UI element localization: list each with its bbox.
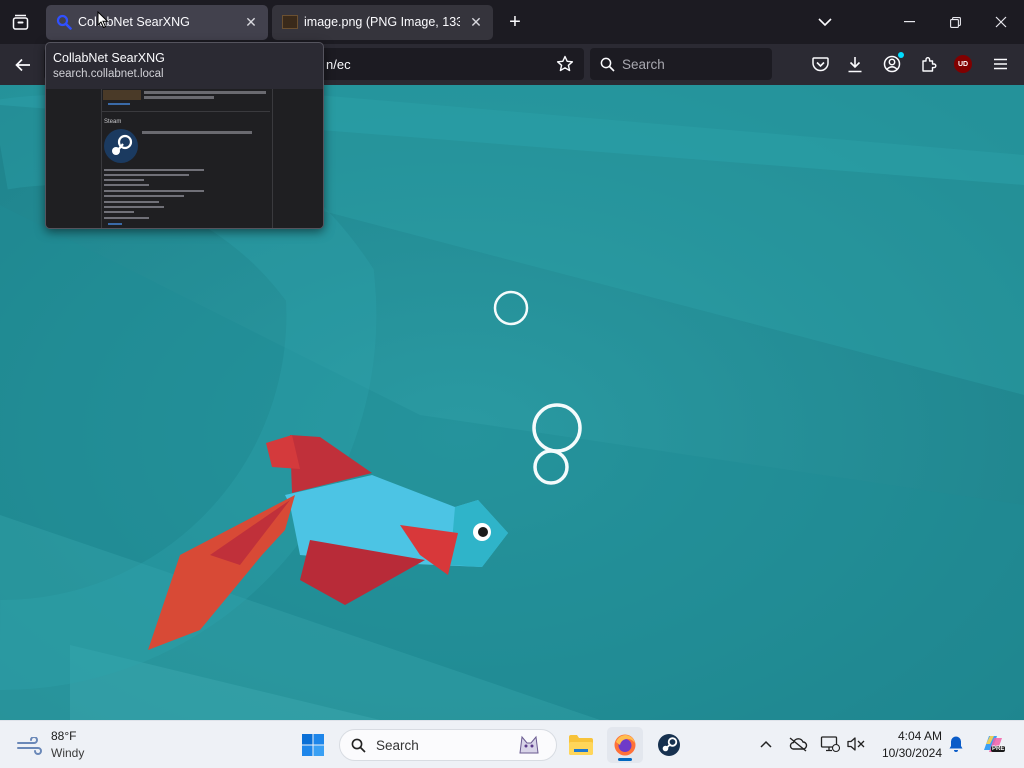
- file-explorer-icon: [569, 735, 593, 755]
- ublock-origin-button[interactable]: UD: [952, 53, 974, 75]
- volume-muted-icon: [847, 737, 865, 751]
- copilot-button[interactable]: PRE: [978, 729, 1008, 759]
- file-explorer-button[interactable]: [563, 727, 599, 763]
- web-search-box[interactable]: Search: [590, 48, 772, 80]
- network-icon: [820, 736, 840, 753]
- downloads-icon: [848, 56, 862, 72]
- preview-thumb-heading: Steam: [104, 119, 122, 125]
- restore-icon: [949, 16, 961, 28]
- close-window-button[interactable]: [978, 0, 1024, 44]
- extensions-icon: [921, 56, 936, 72]
- search-icon: [351, 738, 366, 753]
- chevron-up-icon: [760, 740, 772, 748]
- pocket-button[interactable]: [809, 53, 831, 75]
- downloads-button[interactable]: [844, 53, 866, 75]
- show-hidden-icons-button[interactable]: [755, 733, 777, 755]
- preview-title: CollabNet SearXNG: [53, 51, 165, 65]
- search-placeholder: Search: [622, 57, 665, 72]
- weather-temperature: 88°F: [51, 729, 77, 743]
- minimize-button[interactable]: [886, 0, 932, 44]
- search-highlight-icon: [516, 733, 542, 757]
- close-icon: [995, 16, 1007, 28]
- back-button[interactable]: [10, 52, 36, 78]
- firefox-taskbar-button[interactable]: [607, 727, 643, 763]
- tab-title: CollabNet SearXNG: [78, 15, 190, 29]
- steam-logo-icon: [104, 129, 138, 163]
- preview-url: search.collabnet.local: [53, 68, 164, 80]
- notification-dot: [898, 52, 904, 58]
- start-button[interactable]: [295, 727, 331, 763]
- onedrive-tray-button[interactable]: [787, 733, 809, 755]
- taskbar-search-placeholder: Search: [376, 738, 419, 753]
- image-favicon-icon: [282, 15, 298, 29]
- tab-list-icon: [12, 14, 28, 30]
- mouse-cursor-icon: [97, 11, 109, 29]
- account-icon: [883, 55, 901, 73]
- clock-date[interactable]: 10/30/2024: [870, 746, 942, 760]
- pocket-icon: [811, 57, 829, 72]
- list-all-tabs-button[interactable]: [814, 12, 836, 32]
- windows-taskbar: 88°F Windy Search 4:04 AM 10/30/2024 PRE: [0, 720, 1024, 768]
- close-tab-icon[interactable]: ✕: [467, 13, 485, 31]
- tab-image-png[interactable]: image.png (PNG Image, 1333 × ✕: [272, 5, 493, 40]
- app-menu-button[interactable]: [989, 53, 1011, 75]
- minimize-icon: [903, 21, 915, 23]
- clock-time[interactable]: 4:04 AM: [880, 729, 942, 743]
- searxng-favicon-icon: [56, 14, 72, 30]
- tab-title: image.png (PNG Image, 1333 ×: [304, 15, 460, 29]
- windows-start-icon: [302, 734, 324, 756]
- restore-button[interactable]: [932, 0, 978, 44]
- menu-icon: [993, 58, 1007, 70]
- cloud-offline-icon: [789, 737, 808, 752]
- tab-strip: CollabNet SearXNG ✕ image.png (PNG Image…: [0, 0, 1024, 44]
- steam-taskbar-button[interactable]: [651, 727, 687, 763]
- wind-icon: [17, 737, 42, 755]
- new-tab-button[interactable]: +: [503, 10, 527, 34]
- notifications-button[interactable]: [945, 733, 967, 755]
- firefox-icon: [614, 734, 636, 756]
- preview-thumbnail: Steam: [46, 89, 323, 228]
- steam-icon: [658, 734, 680, 756]
- copilot-pre-badge: PRE: [991, 746, 1006, 752]
- tab-hover-preview: CollabNet SearXNG search.collabnet.local…: [45, 42, 324, 229]
- volume-tray-button[interactable]: [845, 733, 867, 755]
- firefox-view-button[interactable]: [8, 10, 32, 34]
- bell-icon: [949, 736, 963, 752]
- extensions-button[interactable]: [917, 53, 939, 75]
- close-tab-icon[interactable]: ✕: [242, 13, 260, 31]
- weather-condition: Windy: [51, 746, 85, 760]
- active-app-indicator: [618, 758, 632, 761]
- bookmark-star-icon[interactable]: [556, 55, 574, 73]
- back-icon: [15, 58, 30, 72]
- list-all-tabs-icon: [818, 17, 832, 26]
- network-tray-button[interactable]: [819, 733, 841, 755]
- copilot-icon: [984, 736, 1002, 752]
- tab-collabnet-searxng[interactable]: CollabNet SearXNG ✕: [46, 5, 268, 40]
- taskbar-search[interactable]: Search: [339, 729, 557, 761]
- search-icon: [600, 57, 615, 72]
- ublock-icon: UD: [954, 55, 972, 73]
- url-text: n/ec: [326, 57, 351, 72]
- account-button[interactable]: [881, 52, 904, 75]
